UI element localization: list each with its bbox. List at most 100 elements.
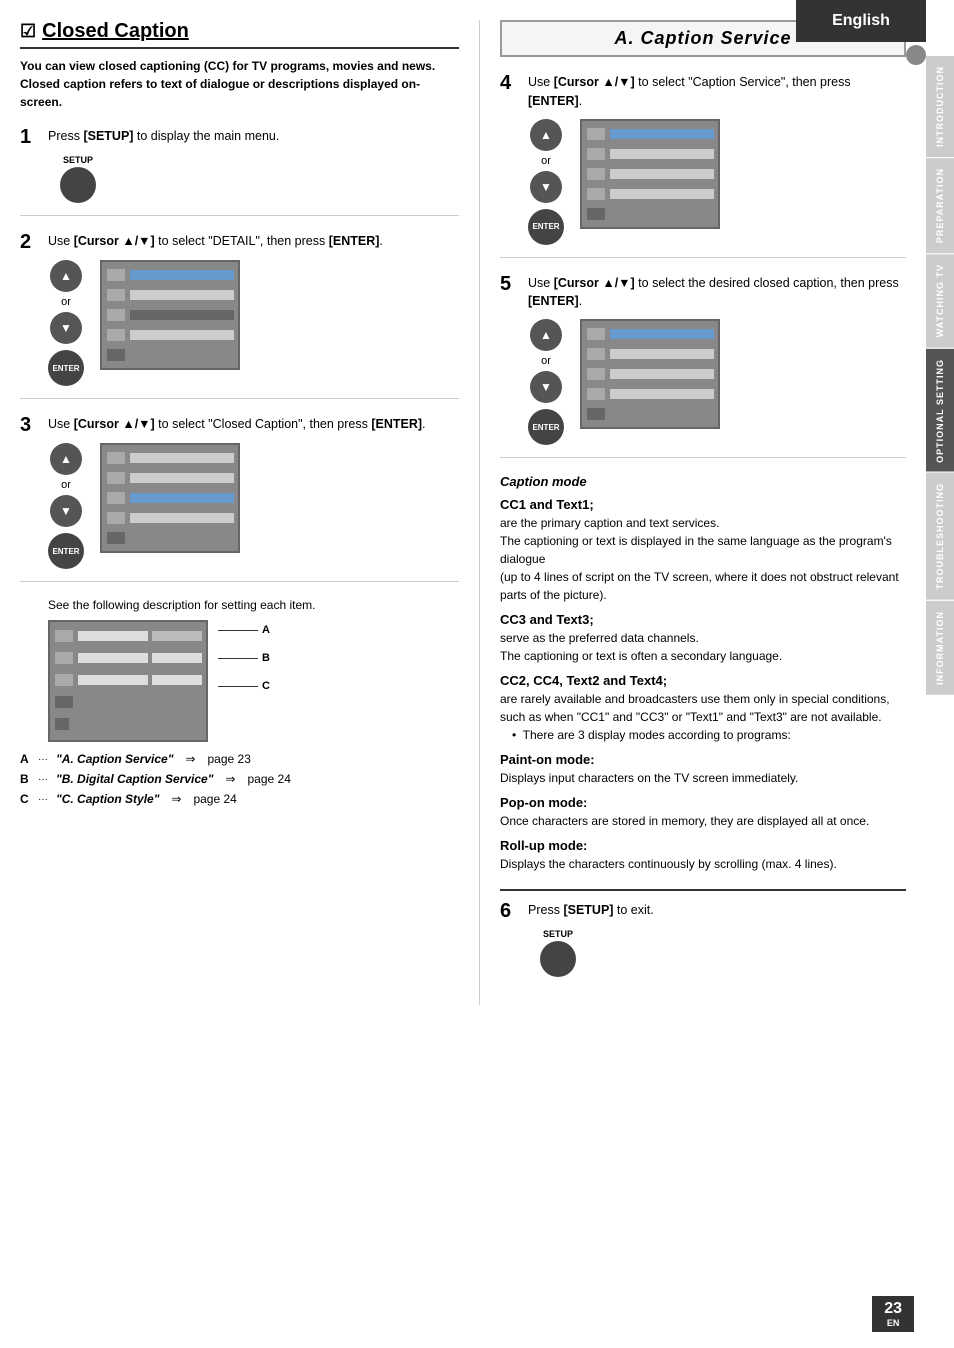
ref-c-page: page 24 <box>193 792 236 806</box>
ref-row-b: B ··· "B. Digital Caption Service" ⇒ pag… <box>20 772 459 786</box>
tv-icon <box>586 327 606 341</box>
menu-bar-right-2 <box>152 653 202 663</box>
menu-icon-3 <box>54 673 74 687</box>
ref-b-name: "B. Digital Caption Service" <box>56 772 213 786</box>
pop-on-text: Once characters are stored in memory, th… <box>500 812 906 830</box>
step-5-remote: ▲ or ▼ ENTER <box>528 319 564 445</box>
ref-b-letter: B <box>20 772 30 786</box>
section-title: ☑ Closed Caption <box>20 20 459 49</box>
menu-abc-labels: A B C <box>218 620 270 692</box>
tv-icon <box>586 147 606 161</box>
bar-4 <box>130 513 234 523</box>
divider-6 <box>500 889 906 891</box>
ref-a-page: page 23 <box>207 752 250 766</box>
up-arrow-3: ▲ <box>50 443 82 475</box>
cc2-title: CC2, CC4, Text2 and Text4; <box>500 673 906 688</box>
bar-1 <box>610 129 714 139</box>
tab-troubleshooting[interactable]: TROUBLESHOOTING <box>926 472 954 600</box>
down-arrow-4: ▼ <box>530 171 562 203</box>
main-content: ☑ Closed Caption You can view closed cap… <box>0 0 926 1025</box>
section-description: You can view closed captioning (CC) for … <box>20 57 459 111</box>
page-en-label: EN <box>884 1318 902 1328</box>
step-5-number: 5 <box>500 274 520 294</box>
enter-button-2: ENTER <box>48 350 84 386</box>
see-description: See the following description for settin… <box>48 598 459 612</box>
step-2-number: 2 <box>20 232 40 252</box>
setup-label-6: SETUP <box>528 929 588 939</box>
bar-1 <box>610 329 714 339</box>
bar-2 <box>130 473 234 483</box>
cc1-text: are the primary caption and text service… <box>500 514 906 604</box>
up-arrow: ▲ <box>50 260 82 292</box>
ref-row-c: C ··· "C. Caption Style" ⇒ page 24 <box>20 792 459 806</box>
tab-watching-tv[interactable]: WATCHING TV <box>926 253 954 347</box>
step-3-content: ▲ or ▼ ENTER <box>48 443 459 569</box>
step-2-screen <box>100 260 240 370</box>
tv-icon <box>586 387 606 401</box>
step-3-text: Use [Cursor ▲/▼] to select "Closed Capti… <box>48 415 426 434</box>
cc2-bullet: • There are 3 display modes according to… <box>512 726 906 744</box>
menu-bar-3 <box>78 675 148 685</box>
caption-mode-title: Caption mode <box>500 474 906 489</box>
down-arrow: ▼ <box>50 312 82 344</box>
tv-icon <box>106 308 126 322</box>
bar-1 <box>130 453 234 463</box>
tab-information[interactable]: INFORMATION <box>926 600 954 695</box>
tv-icon <box>586 347 606 361</box>
step-4-screen <box>580 119 720 229</box>
tv-icon <box>106 451 126 465</box>
step-2-content: ▲ or ▼ ENTER <box>48 260 459 386</box>
menu-diagram: A B C <box>48 620 459 742</box>
step-3-screen <box>100 443 240 553</box>
step-5-text: Use [Cursor ▲/▼] to select the desired c… <box>528 274 906 312</box>
up-arrow-5: ▲ <box>530 319 562 351</box>
tv-icon <box>106 511 126 525</box>
tab-optional-setting[interactable]: OPTIONAL SETTING <box>926 348 954 473</box>
setup-button-1 <box>60 167 96 203</box>
tv-icon <box>586 127 606 141</box>
up-arrow-4: ▲ <box>530 119 562 151</box>
menu-icon-4 <box>54 695 74 709</box>
bar-4 <box>610 189 714 199</box>
step-1: 1 Press [SETUP] to display the main menu… <box>20 127 459 216</box>
roll-up-text: Displays the characters continuously by … <box>500 855 906 873</box>
english-banner: English <box>796 0 926 42</box>
tv-icon <box>106 531 126 545</box>
step-5-screen <box>580 319 720 429</box>
tab-preparation[interactable]: PREPARATION <box>926 157 954 253</box>
top-circle-decoration <box>906 45 926 65</box>
tv-icon <box>106 348 126 362</box>
cc1-title: CC1 and Text1; <box>500 497 906 512</box>
ref-c-dots: ··· <box>38 794 48 805</box>
bar-3 <box>610 169 714 179</box>
bar-3 <box>130 493 234 503</box>
tv-icon <box>586 367 606 381</box>
menu-bar-1 <box>78 631 148 641</box>
ref-row-a: A ··· "A. Caption Service" ⇒ page 23 <box>20 752 459 766</box>
step-4-remote: ▲ or ▼ ENTER <box>528 119 564 245</box>
menu-bar-right-3 <box>152 675 202 685</box>
sidebar-tabs: INTRODUCTION PREPARATION WATCHING TV OPT… <box>926 55 954 695</box>
ref-b-dots: ··· <box>38 774 48 785</box>
step-2: 2 Use [Cursor ▲/▼] to select "DETAIL", t… <box>20 232 459 399</box>
ref-c-arrow: ⇒ <box>171 792 181 806</box>
checkmark-icon: ☑ <box>20 21 36 42</box>
tv-icon <box>106 288 126 302</box>
ref-a-dots: ··· <box>38 754 48 765</box>
bar-2 <box>610 149 714 159</box>
step-3-number: 3 <box>20 415 40 435</box>
roll-up-title: Roll-up mode: <box>500 838 906 853</box>
bar-3 <box>130 310 234 320</box>
ref-c-name: "C. Caption Style" <box>56 792 159 806</box>
page-number: 23 EN <box>872 1296 914 1332</box>
cc3-title: CC3 and Text3; <box>500 612 906 627</box>
tv-icon <box>586 207 606 221</box>
bar-2 <box>130 290 234 300</box>
menu-icon-5 <box>54 717 70 731</box>
tab-introduction[interactable]: INTRODUCTION <box>926 55 954 157</box>
tv-icon <box>106 268 126 282</box>
page-num-value: 23 <box>884 1300 902 1317</box>
tv-icon <box>586 187 606 201</box>
label-a: A <box>218 624 270 636</box>
step-6: 6 Press [SETUP] to exit. SETUP <box>500 901 906 989</box>
